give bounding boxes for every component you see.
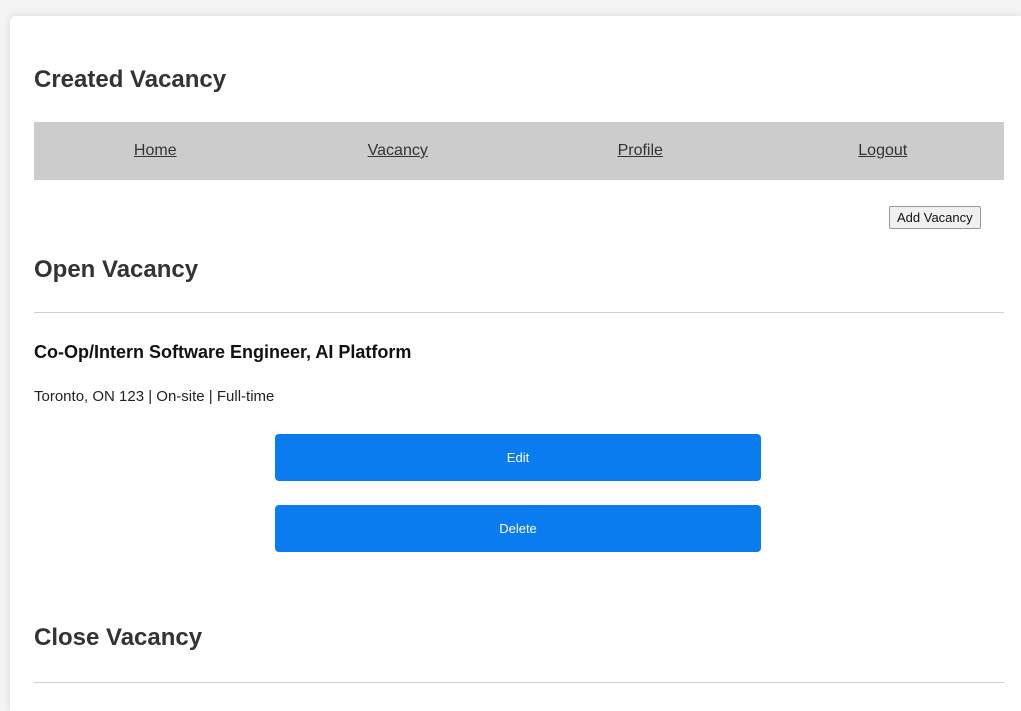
nav-link-vacancy[interactable]: Vacancy: [278, 142, 518, 160]
close-vacancy-heading: Close Vacancy: [34, 624, 203, 651]
nav-bar: Home Vacancy Profile Logout: [34, 122, 1004, 180]
nav-link-logout[interactable]: Logout: [763, 142, 1003, 160]
nav-link-profile[interactable]: Profile: [520, 142, 760, 160]
nav-link-home[interactable]: Home: [35, 142, 275, 160]
page-title: Created Vacancy: [34, 66, 227, 93]
section-divider: [34, 682, 1004, 683]
delete-vacancy-button[interactable]: Delete: [275, 505, 761, 552]
vacancy-details: Toronto, ON 123 | On-site | Full-time: [34, 388, 275, 405]
open-vacancy-heading: Open Vacancy: [34, 256, 199, 283]
add-vacancy-button[interactable]: Add Vacancy: [889, 206, 981, 229]
section-divider: [34, 312, 1004, 313]
edit-vacancy-button[interactable]: Edit: [275, 434, 761, 481]
main-card: Created Vacancy Home Vacancy Profile Log…: [10, 16, 1021, 711]
vacancy-title: Co-Op/Intern Software Engineer, AI Platf…: [34, 342, 412, 362]
